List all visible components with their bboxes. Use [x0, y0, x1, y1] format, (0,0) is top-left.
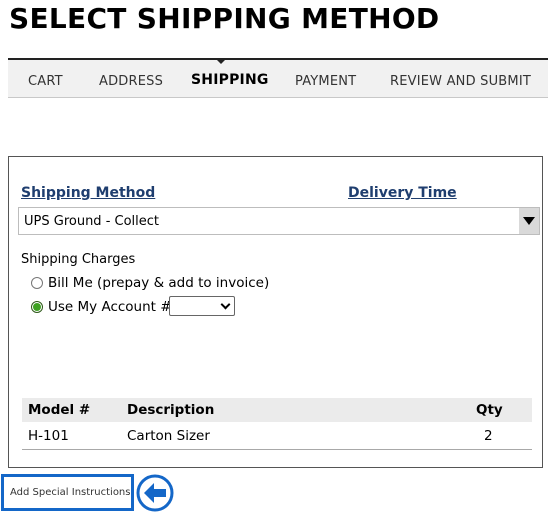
page-title: SELECT SHIPPING METHOD — [9, 2, 440, 35]
qty-cell: 2 — [484, 428, 493, 444]
account-number-select[interactable] — [169, 296, 235, 316]
step-address[interactable]: ADDRESS — [99, 74, 163, 89]
step-cart[interactable]: CART — [28, 74, 63, 89]
use-my-account-label: Use My Account #: — [48, 299, 177, 315]
shipping-charges-label: Shipping Charges — [21, 252, 136, 267]
dropdown-arrow-icon[interactable] — [519, 208, 539, 234]
shipping-method-link[interactable]: Shipping Method — [21, 185, 155, 201]
active-step-indicator — [215, 58, 227, 64]
add-special-instructions-label: Add Special Instructions — [10, 487, 131, 498]
step-shipping[interactable]: SHIPPING — [191, 72, 269, 88]
add-special-instructions-button[interactable]: Add Special Instructions — [1, 474, 134, 511]
model-header: Model # — [28, 402, 91, 418]
bill-me-label: Bill Me (prepay & add to invoice) — [48, 275, 270, 291]
arrow-left-circle-icon — [136, 474, 174, 512]
shipping-method-value: UPS Ground - Collect — [24, 214, 160, 229]
use-my-account-radio[interactable] — [31, 301, 43, 313]
model-cell: H-101 — [28, 428, 69, 444]
step-review-and-submit[interactable]: REVIEW AND SUBMIT — [390, 74, 531, 89]
table-header: Model # Description Qty — [22, 398, 532, 422]
table-row: H-101 Carton Sizer 2 — [22, 422, 532, 450]
bill-me-radio[interactable] — [31, 277, 43, 289]
delivery-time-link[interactable]: Delivery Time — [348, 185, 457, 201]
shipping-panel: Shipping Method Delivery Time UPS Ground… — [8, 156, 543, 468]
checkout-steps: CART ADDRESS SHIPPING PAYMENT REVIEW AND… — [8, 58, 548, 98]
items-table: Model # Description Qty H-101 Carton Siz… — [22, 398, 532, 450]
description-cell: Carton Sizer — [127, 428, 210, 444]
step-payment[interactable]: PAYMENT — [295, 74, 356, 89]
qty-header: Qty — [476, 402, 503, 418]
description-header: Description — [127, 402, 215, 418]
shipping-method-select[interactable]: UPS Ground - Collect — [18, 207, 540, 235]
